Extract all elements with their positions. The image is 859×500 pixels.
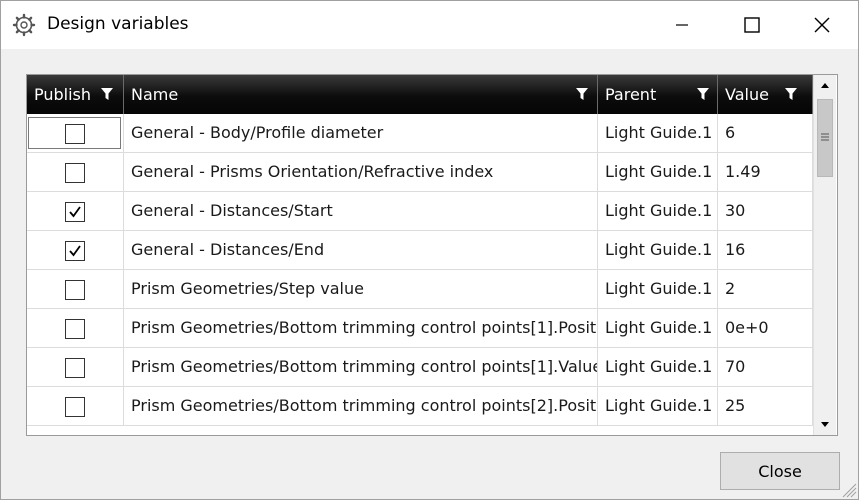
column-header-publish[interactable]: Publish xyxy=(27,75,124,114)
publish-cell[interactable] xyxy=(27,153,124,192)
close-window-button[interactable] xyxy=(787,1,857,49)
name-cell[interactable]: General - Distances/Start xyxy=(124,192,598,231)
gear-icon xyxy=(12,13,36,37)
filter-icon[interactable] xyxy=(696,87,710,101)
scroll-down-button[interactable] xyxy=(814,415,836,435)
scroll-up-button[interactable] xyxy=(814,75,836,95)
publish-cell[interactable] xyxy=(27,114,124,153)
column-header-parent[interactable]: Parent xyxy=(598,75,718,114)
table-row[interactable]: Prism Geometries/Bottom trimming control… xyxy=(27,309,813,348)
value-cell[interactable]: 0e+0 xyxy=(718,309,813,348)
parent-cell[interactable]: Light Guide.1 xyxy=(598,153,718,192)
value-cell[interactable]: 70 xyxy=(718,348,813,387)
name-cell[interactable]: Prism Geometries/Step value xyxy=(124,270,598,309)
minimize-icon xyxy=(676,24,688,26)
name-cell[interactable]: General - Distances/End xyxy=(124,231,598,270)
filter-icon[interactable] xyxy=(100,87,114,101)
publish-cell[interactable] xyxy=(27,309,124,348)
table-row[interactable]: General - Body/Profile diameter Light Gui… xyxy=(27,114,813,153)
parent-cell[interactable]: Light Guide.1 xyxy=(598,309,718,348)
design-variables-grid[interactable]: Publish Name Parent Value General - Body… xyxy=(26,74,838,436)
value-cell[interactable]: 2 xyxy=(718,270,813,309)
checkmark-icon xyxy=(69,206,81,218)
parent-cell[interactable]: Light Guide.1 xyxy=(598,387,718,426)
arrow-up-icon xyxy=(821,83,829,88)
table-row[interactable]: General - Distances/Start Light Guide.1 30 xyxy=(27,192,813,231)
value-cell[interactable]: 25 xyxy=(718,387,813,426)
column-header-name[interactable]: Name xyxy=(124,75,598,114)
parent-cell[interactable]: Light Guide.1 xyxy=(598,348,718,387)
value-cell[interactable]: 1.49 xyxy=(718,153,813,192)
publish-checkbox[interactable] xyxy=(65,124,85,144)
publish-cell[interactable] xyxy=(27,270,124,309)
publish-cell[interactable] xyxy=(27,348,124,387)
publish-checkbox[interactable] xyxy=(65,319,85,339)
parent-cell[interactable]: Light Guide.1 xyxy=(598,114,718,153)
resize-grip-icon[interactable] xyxy=(839,480,857,498)
name-cell[interactable]: Prism Geometries/Bottom trimming control… xyxy=(124,348,598,387)
publish-cell[interactable] xyxy=(27,231,124,270)
parent-cell[interactable]: Light Guide.1 xyxy=(598,270,718,309)
grip-lines-icon xyxy=(821,133,829,141)
publish-cell[interactable] xyxy=(27,387,124,426)
maximize-button[interactable] xyxy=(717,1,787,49)
design-variables-dialog: Design variables Publish Name Parent Val… xyxy=(0,0,859,500)
title-bar[interactable]: Design variables xyxy=(1,1,858,49)
publish-checkbox[interactable] xyxy=(65,358,85,378)
close-button[interactable]: Close xyxy=(720,452,840,490)
filter-icon[interactable] xyxy=(784,87,798,101)
parent-cell[interactable]: Light Guide.1 xyxy=(598,192,718,231)
window-title: Design variables xyxy=(47,14,189,34)
publish-cell[interactable] xyxy=(27,192,124,231)
value-cell[interactable]: 16 xyxy=(718,231,813,270)
table-row[interactable]: General - Distances/End Light Guide.1 16 xyxy=(27,231,813,270)
vertical-scrollbar[interactable] xyxy=(813,75,836,435)
publish-checkbox[interactable] xyxy=(65,280,85,300)
filter-icon[interactable] xyxy=(575,87,589,101)
table-row[interactable]: Prism Geometries/Step value Light Guide.1… xyxy=(27,270,813,309)
value-cell[interactable]: 6 xyxy=(718,114,813,153)
publish-checkbox[interactable] xyxy=(65,202,85,222)
publish-checkbox[interactable] xyxy=(65,397,85,417)
name-cell[interactable]: Prism Geometries/Bottom trimming control… xyxy=(124,309,598,348)
name-cell[interactable]: General - Body/Profile diameter xyxy=(124,114,598,153)
scrollbar-thumb[interactable] xyxy=(817,99,833,177)
maximize-icon xyxy=(744,17,760,33)
checkmark-icon xyxy=(69,245,81,257)
table-row[interactable]: Prism Geometries/Bottom trimming control… xyxy=(27,348,813,387)
name-cell[interactable]: General - Prisms Orientation/Refractive … xyxy=(124,153,598,192)
table-row[interactable]: General - Prisms Orientation/Refractive … xyxy=(27,153,813,192)
value-cell[interactable]: 30 xyxy=(718,192,813,231)
arrow-down-icon xyxy=(821,422,829,427)
parent-cell[interactable]: Light Guide.1 xyxy=(598,231,718,270)
close-icon xyxy=(814,17,830,33)
minimize-button[interactable] xyxy=(647,1,717,49)
grid-header: Publish Name Parent Value xyxy=(27,75,813,114)
name-cell[interactable]: Prism Geometries/Bottom trimming control… xyxy=(124,387,598,426)
table-row[interactable]: Prism Geometries/Bottom trimming control… xyxy=(27,387,813,426)
publish-checkbox[interactable] xyxy=(65,163,85,183)
column-header-value[interactable]: Value xyxy=(718,75,813,114)
publish-checkbox[interactable] xyxy=(65,241,85,261)
